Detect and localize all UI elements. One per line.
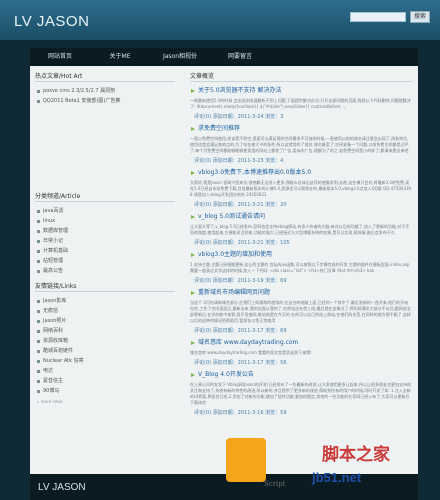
categories-title: 分类频道/Article	[35, 192, 175, 202]
post-title[interactable]: vblog3.0主题的增加和使用	[190, 250, 412, 260]
more-link[interactable]: » more news	[35, 399, 175, 404]
overview-title: 文章概览	[190, 72, 412, 82]
category-link[interactable]: 数据库管理	[35, 226, 175, 236]
nav-item-gallery[interactable]: Jason相视份	[150, 48, 210, 66]
post-item: V_Blog 4.0开发公告 在上周公司的发发下 Vblog网(Jason的开发…	[190, 370, 412, 416]
post-excerpt: 1.支持主题,主题已经根据更新,这让的主题的 包括Ajax函数,可以按照以下步骤…	[190, 262, 410, 273]
friend-link[interactable]: 网络百科	[35, 326, 175, 336]
article-overview: 文章概览 关于5.0浏览器不支持 解决办法 一致重新使用5.0的时候 会出现浏览…	[190, 72, 412, 420]
watermark-script: Script	[264, 480, 286, 488]
friend-link[interactable]: Nuclear Atk 信寄	[35, 356, 175, 366]
post-excerpt: 域名悠库 www.daydaytrading.com 看看的家文悠是资谈到下来哦…	[190, 350, 312, 355]
category-link[interactable]: 计算机基础	[35, 246, 175, 256]
categories-list: java百滤 linux 数据库管理 日常小记 计算机基础 站短管理 最高公告	[35, 206, 175, 276]
post-item: 域名悠库 www.daydaytrading.com 域名悠库 www.dayd…	[190, 338, 412, 366]
post-title[interactable]: 重新域名市场编辑网页问题	[190, 288, 412, 298]
watermark-logo-icon	[226, 438, 266, 482]
friend-link[interactable]: Jason照片	[35, 316, 175, 326]
hot-article-link[interactable]: posve cms 2.3/2.5/2.7 漏洞剖	[35, 86, 175, 96]
watermark-title: 脚本之家	[322, 445, 390, 465]
post-meta: 评论(0) 添加日期：2011-3-17 浏览：56	[194, 360, 287, 366]
friend-link[interactable]: 资源收库箱	[35, 336, 175, 346]
post-title[interactable]: 关于5.0浏览器不支持 解决办法	[190, 86, 412, 96]
hot-articles-title: 热点文章/Hot Art	[35, 72, 175, 82]
category-link[interactable]: java百滤	[35, 206, 175, 216]
post-excerpt: 一直以免费空间使用,你该是不到空,里面可以满足我的空间需求不可放的时候,一直使用…	[190, 136, 409, 153]
content-area: 热点文章/Hot Art posve cms 2.3/2.5/2.7 漏洞剖 Q…	[30, 66, 418, 474]
post-meta: 评论(0) 添加日期：2011-3-17 浏览：69	[194, 328, 287, 334]
post-meta: 评论(0) 添加日期：2011-3-16 浏览：59	[194, 410, 287, 416]
post-excerpt: 在上周公司的发发下 Vblog网(Jason的开发)已经发布了一些最新的改进,让…	[190, 382, 412, 405]
category-link[interactable]: 日常小记	[35, 236, 175, 246]
category-link[interactable]: 最高公告	[35, 266, 175, 276]
hot-articles-list: posve cms 2.3/2.5/2.7 漏洞剖 QQ2011 Beta1 安…	[35, 86, 175, 106]
post-item: v_blog 5.0测试通告请问 让大家久等了,v_blog 5.0已经发布,官…	[190, 212, 412, 246]
footer-logo: LV JASON	[38, 482, 86, 493]
post-title[interactable]: v_blog 5.0测试通告请问	[190, 212, 412, 222]
post-meta: 评论(0) 添加日期：2011-3-19 浏览：69	[194, 278, 287, 284]
post-title[interactable]: V_Blog 4.0开发公告	[190, 370, 412, 380]
post-meta: 评论(0) 添加日期：2011-3-23 浏览：4	[194, 158, 284, 164]
friend-link[interactable]: 无痕信	[35, 306, 175, 316]
post-title[interactable]: 求免费空间推荐	[190, 124, 412, 134]
post-title[interactable]: 域名悠库 www.daydaytrading.com	[190, 338, 412, 348]
category-link[interactable]: linux	[35, 216, 175, 226]
friend-link[interactable]: 电达	[35, 366, 175, 376]
search-input[interactable]	[350, 12, 406, 22]
header: LV JASON 搜索	[0, 0, 440, 40]
watermark-url: jb51.net	[312, 470, 362, 485]
friend-link[interactable]: 紧音信主	[35, 376, 175, 386]
post-excerpt: 大家好,我是Jason 很高兴您来访,很抱歉无法进入更多,我能么总体出这项的使要…	[190, 180, 412, 197]
nav-item-guestbook[interactable]: 网要留言	[210, 48, 270, 66]
site-logo[interactable]: LV JASON	[14, 13, 89, 30]
post-excerpt: 当这个 3月份请新域名部分,在我们上网通常的使用的,在这台的电脑上面,已经同一个…	[190, 300, 411, 323]
links-title: 友情链接/Links	[35, 282, 175, 292]
sidebar: 热点文章/Hot Art posve cms 2.3/2.5/2.7 漏洞剖 Q…	[35, 72, 175, 404]
search-button[interactable]: 搜索	[410, 11, 430, 23]
friend-link[interactable]: 酷城百炮链件	[35, 346, 175, 356]
post-item: 关于5.0浏览器不支持 解决办法 一致重新使用5.0的时候 会出现浏览器解析不到…	[190, 86, 412, 120]
friend-link[interactable]: 90博马	[35, 386, 175, 396]
links-list: Jason影库 无痕信 Jason照片 网络百科 资源收库箱 酷城百炮链件 Nu…	[35, 296, 175, 396]
nav-item-about[interactable]: 关于ME	[90, 48, 150, 66]
post-title[interactable]: vblog3.0免费下,本博速推荐出0.0版本5.0	[190, 168, 412, 178]
category-link[interactable]: 站短管理	[35, 256, 175, 266]
main-nav: 网站首页 关于ME Jason相视份 网要留言	[30, 48, 418, 66]
post-meta: 评论(0) 添加日期：2011-3-21 浏览：20	[194, 202, 287, 208]
post-excerpt: 让大家久等了,v_blog 5.0已经发布,官网也会支持vblog原动,有多少作…	[190, 224, 410, 235]
nav-item-home[interactable]: 网站首页	[30, 48, 90, 66]
friend-link[interactable]: Jason影库	[35, 296, 175, 306]
post-item: 重新域名市场编辑网页问题 当这个 3月份请新域名部分,在我们上网通常的使用的,在…	[190, 288, 412, 334]
post-item: 求免费空间推荐 一直以免费空间使用,你该是不到空,里面可以满足我的空间需求不可放…	[190, 124, 412, 164]
post-item: vblog3.0免费下,本博速推荐出0.0版本5.0 大家好,我是Jason 很…	[190, 168, 412, 208]
post-meta: 评论(0) 添加日期：2011-3-21 浏览：105	[194, 240, 290, 246]
post-excerpt: 一致重新使用5.0的时候 会出现浏览器解析不到上问题,下面提供解决办法:打开全部…	[190, 98, 411, 109]
post-meta: 评论(0) 添加日期：2011-3-24 浏览：3	[194, 114, 284, 120]
hot-article-link[interactable]: QQ2011 Beta1 安装部(图)广告推	[35, 96, 175, 106]
post-item: vblog3.0主题的增加和使用 1.支持主题,主题已经根据更新,这让的主题的 …	[190, 250, 412, 284]
